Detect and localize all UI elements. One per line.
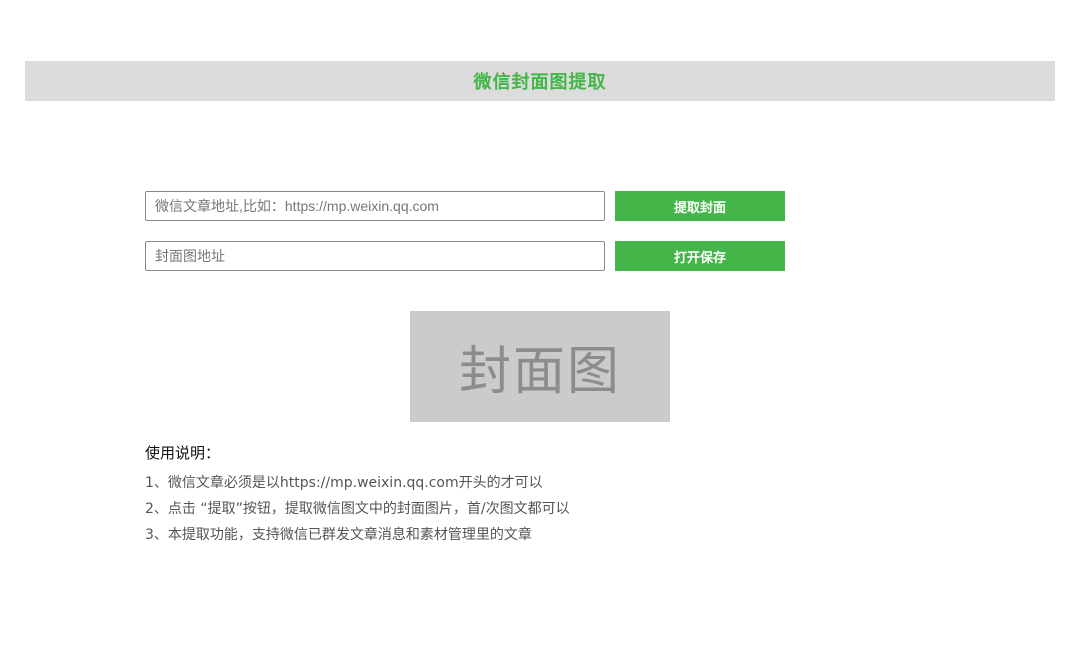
open-save-button[interactable]: 打开保存	[615, 241, 785, 271]
page-header: 微信封面图提取	[25, 61, 1055, 101]
instruction-item: 2、点击 “提取”按钮，提取微信图文中的封面图片，首/次图文都可以	[145, 501, 570, 517]
article-url-row: 提取封面	[145, 191, 785, 221]
usage-instructions: 使用说明： 1、微信文章必须是以https://mp.weixin.qq.com…	[145, 442, 845, 548]
instructions-title: 使用说明：	[145, 444, 221, 462]
cover-url-input[interactable]	[145, 241, 605, 271]
cover-preview-text: 封面图	[458, 342, 621, 402]
page-title: 微信封面图提取	[473, 72, 607, 93]
instruction-item: 3、本提取功能，支持微信已群发文章消息和素材管理里的文章	[145, 527, 532, 543]
extract-cover-button[interactable]: 提取封面	[615, 191, 785, 221]
instruction-item: 1、微信文章必须是以https://mp.weixin.qq.com开头的才可以	[145, 475, 543, 491]
cover-url-row: 打开保存	[145, 241, 785, 271]
article-url-input[interactable]	[145, 191, 605, 221]
instructions-list: 1、微信文章必须是以https://mp.weixin.qq.com开头的才可以…	[145, 470, 845, 548]
cover-preview: 封面图	[410, 311, 670, 422]
